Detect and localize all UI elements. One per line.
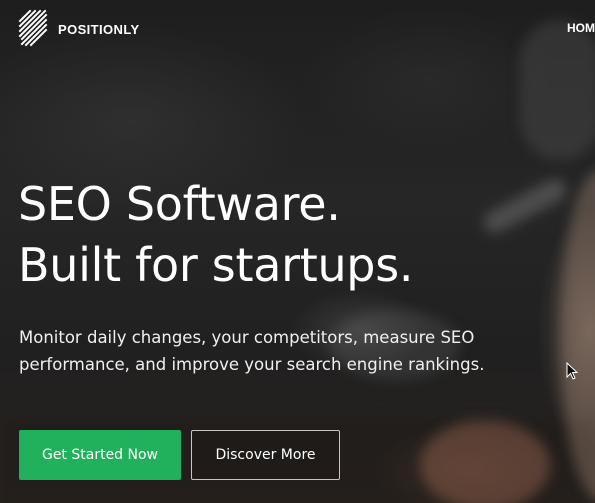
mouse-pointer-icon <box>566 362 578 380</box>
hero-headline: SEO Software. Built for startups. <box>18 174 413 296</box>
hero-description-line-1: Monitor daily changes, your competitors,… <box>19 328 475 347</box>
background-lamp-arm <box>480 175 570 237</box>
hero-description: Monitor daily changes, your competitors,… <box>19 324 519 378</box>
hero-section: POSITIONLY HOM SEO Software. Built for s… <box>0 0 595 503</box>
discover-more-button[interactable]: Discover More <box>191 430 340 480</box>
brand-logo-link[interactable]: POSITIONLY <box>18 9 140 49</box>
positionly-logo-icon <box>18 9 48 47</box>
hero-headline-line-2: Built for startups. <box>18 238 414 292</box>
nav-item-home[interactable]: HOM <box>567 21 595 35</box>
get-started-button[interactable]: Get Started Now <box>19 430 181 480</box>
top-navigation-bar: POSITIONLY HOM <box>0 0 595 58</box>
brand-name: POSITIONLY <box>58 21 140 37</box>
hero-headline-line-1: SEO Software. <box>18 177 341 231</box>
background-hand <box>420 420 550 503</box>
hero-description-line-2: performance, and improve your search eng… <box>19 355 485 374</box>
